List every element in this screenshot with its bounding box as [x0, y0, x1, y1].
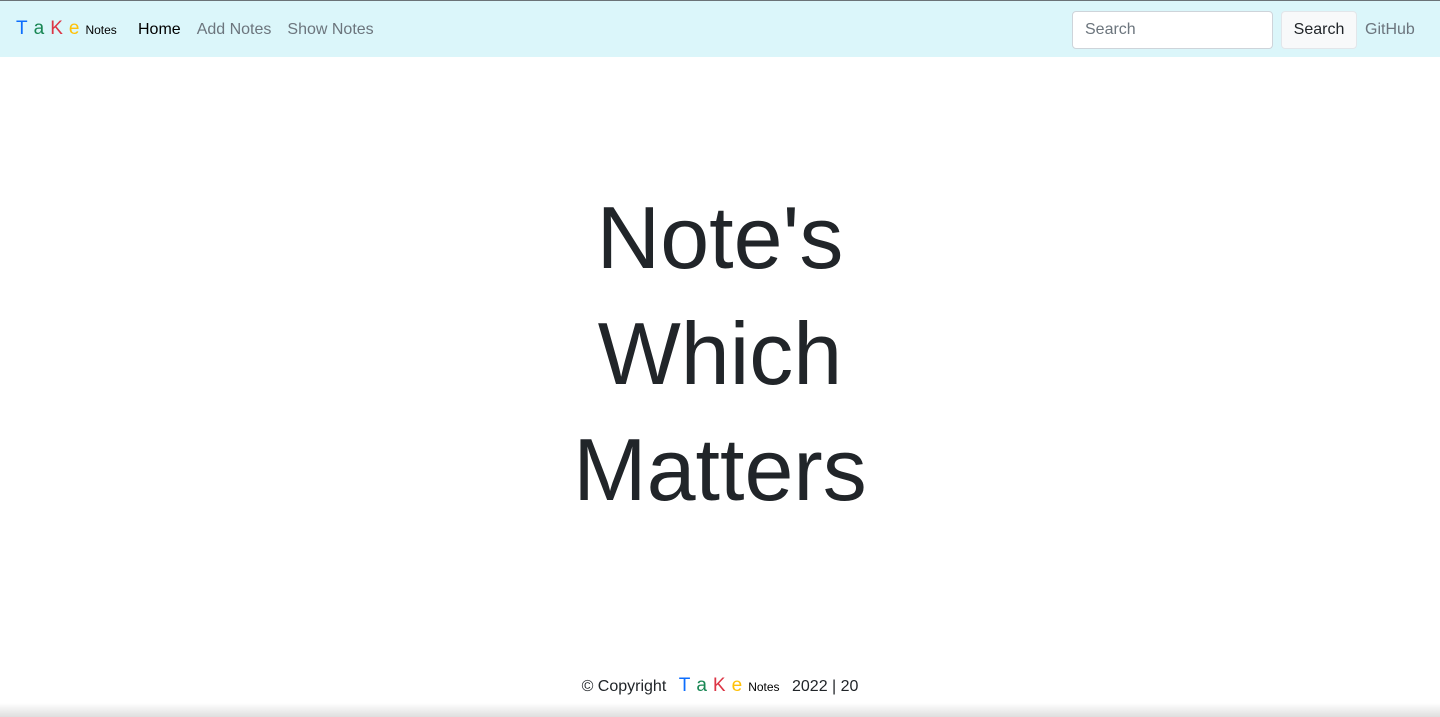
navbar: T a K e Notes Home Add Notes Show Notes … [0, 0, 1440, 57]
footer-brand-letter-k: K [712, 675, 726, 696]
nav-item-add-notes[interactable]: Add Notes [197, 19, 272, 41]
hero: Note's Which Matters [0, 180, 1440, 528]
github-link[interactable]: GitHub [1365, 19, 1415, 41]
search-button[interactable]: Search [1281, 11, 1357, 49]
footer: © Copyright T a K e Notes 2022 | 20 [0, 676, 1440, 697]
hero-line-2: Which [597, 304, 843, 403]
brand-letter-a: a [33, 18, 45, 39]
brand-letter-t: T [16, 18, 28, 39]
nav-item-show-notes[interactable]: Show Notes [287, 19, 373, 41]
nav-links: Home Add Notes Show Notes [138, 19, 390, 41]
footer-brand-letter-e: e [731, 675, 743, 696]
brand-logo[interactable]: T a K e Notes [16, 18, 117, 40]
bottom-shadow [0, 703, 1440, 717]
hero-line-1: Note's [596, 188, 844, 287]
brand-suffix: Notes [85, 23, 117, 37]
footer-brand-letter-t: T [678, 675, 691, 696]
nav-item-home[interactable]: Home [138, 19, 181, 41]
footer-year: 2022 | 20 [792, 678, 859, 695]
brand-letter-e: e [68, 18, 80, 39]
search-input[interactable] [1072, 11, 1273, 49]
hero-line-3: Matters [573, 420, 867, 519]
footer-copyright: © Copyright [581, 678, 667, 695]
footer-brand-letter-a: a [696, 675, 707, 696]
footer-brand: T a K e Notes [679, 676, 780, 697]
footer-brand-suffix: Notes [748, 680, 780, 694]
page: T a K e Notes Home Add Notes Show Notes … [0, 0, 1440, 717]
brand-letter-k: K [50, 18, 63, 39]
